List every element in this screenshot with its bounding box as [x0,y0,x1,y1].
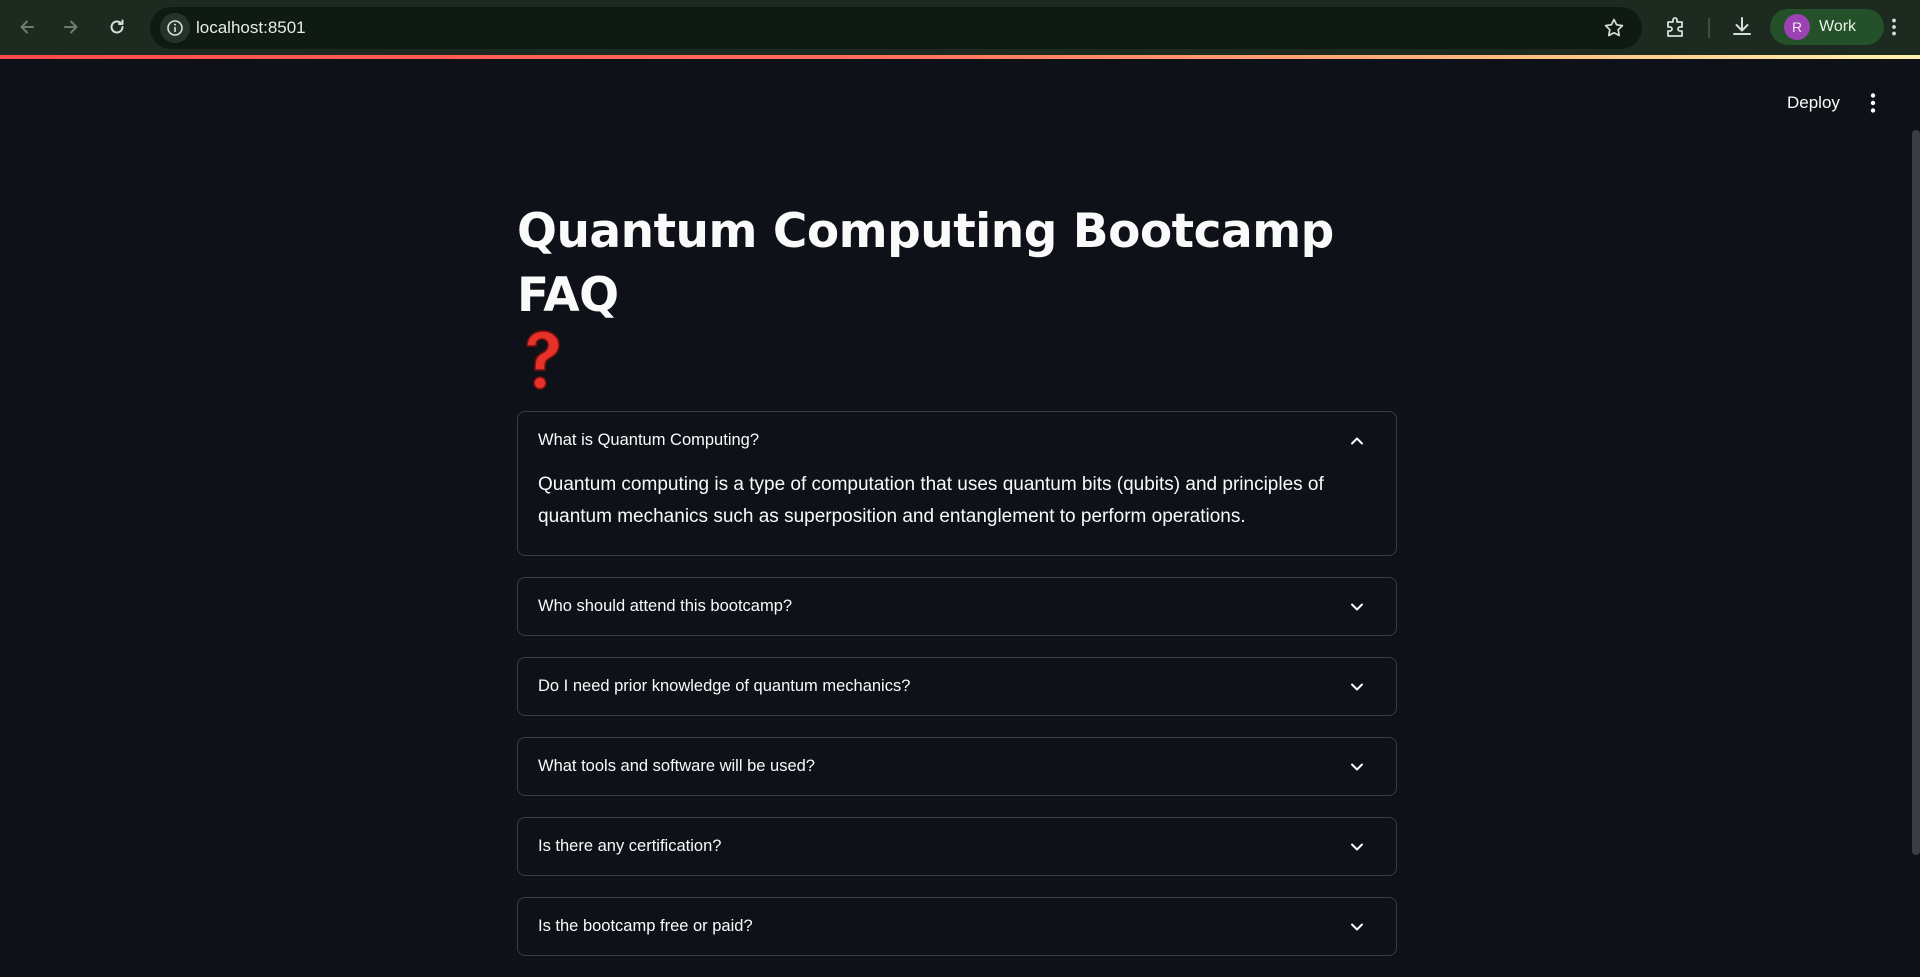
bookmark-star-icon[interactable] [1602,16,1626,40]
app-menu-button[interactable] [1860,88,1886,118]
kebab-menu-icon [1870,93,1876,113]
browser-toolbar: localhost:8501 R Work [0,0,1920,55]
faq-expander: Do I need prior knowledge of quantum mec… [517,657,1397,716]
chevron-up-icon [1351,437,1363,444]
faq-expander-header[interactable]: Is the bootcamp free or paid? [518,898,1396,955]
back-arrow-icon [20,20,34,34]
faq-expander-header[interactable]: Is there any certification? [518,818,1396,875]
app-decoration-bar [0,55,1920,59]
back-button[interactable] [12,12,42,42]
faq-question: Who should attend this bootcamp? [538,597,793,615]
chevron-down-icon [1351,683,1363,690]
extensions-puzzle-icon[interactable] [1662,13,1690,41]
faq-expander-header[interactable]: What tools and software will be used? [518,738,1396,795]
faq-question: Is the bootcamp free or paid? [538,917,753,935]
url-text[interactable]: localhost:8501 [196,18,306,38]
faq-expander: Is there any certification? [517,817,1397,876]
deploy-button[interactable]: Deploy [1775,88,1852,118]
reload-button[interactable] [102,12,132,42]
profile-name: Work [1819,18,1857,35]
chevron-down-icon [1351,923,1363,930]
faq-question: What is Quantum Computing? [538,431,760,449]
faq-expander: What tools and software will be used? [517,737,1397,796]
faq-answer: Quantum computing is a type of computati… [538,474,1324,527]
faq-list: What is Quantum Computing? Quantum compu… [517,411,1397,956]
reload-icon [110,19,124,34]
forward-arrow-icon [64,20,78,34]
faq-expander-header[interactable]: Do I need prior knowledge of quantum mec… [518,658,1396,715]
info-icon [167,20,183,36]
faq-expander-header[interactable]: Who should attend this bootcamp? [518,578,1396,635]
forward-button[interactable] [56,12,86,42]
question-mark-icon [526,330,560,390]
chevron-down-icon [1351,843,1363,850]
main-content: Quantum Computing Bootcamp FAQ What is Q… [517,200,1397,977]
avatar: R [1784,14,1810,40]
faq-question: Is there any certification? [538,837,722,855]
faq-question: Do I need prior knowledge of quantum mec… [538,677,911,695]
site-info-button[interactable] [160,13,190,43]
download-icon[interactable] [1728,13,1756,41]
page-title: Quantum Computing Bootcamp FAQ [517,204,1334,323]
faq-expander-header[interactable]: What is Quantum Computing? [518,412,1396,469]
faq-expander: Is the bootcamp free or paid? [517,897,1397,956]
browser-menu-icon[interactable] [1880,13,1908,41]
chevron-down-icon [1351,603,1363,610]
toolbar-divider [1708,18,1710,38]
faq-expander: Who should attend this bootcamp? [517,577,1397,636]
profile-button[interactable]: R Work [1770,9,1884,45]
faq-question: What tools and software will be used? [538,757,815,775]
address-bar[interactable]: localhost:8501 [150,7,1642,49]
faq-expander: What is Quantum Computing? Quantum compu… [517,411,1397,556]
chevron-down-icon [1351,763,1363,770]
scrollbar[interactable] [1912,130,1920,855]
